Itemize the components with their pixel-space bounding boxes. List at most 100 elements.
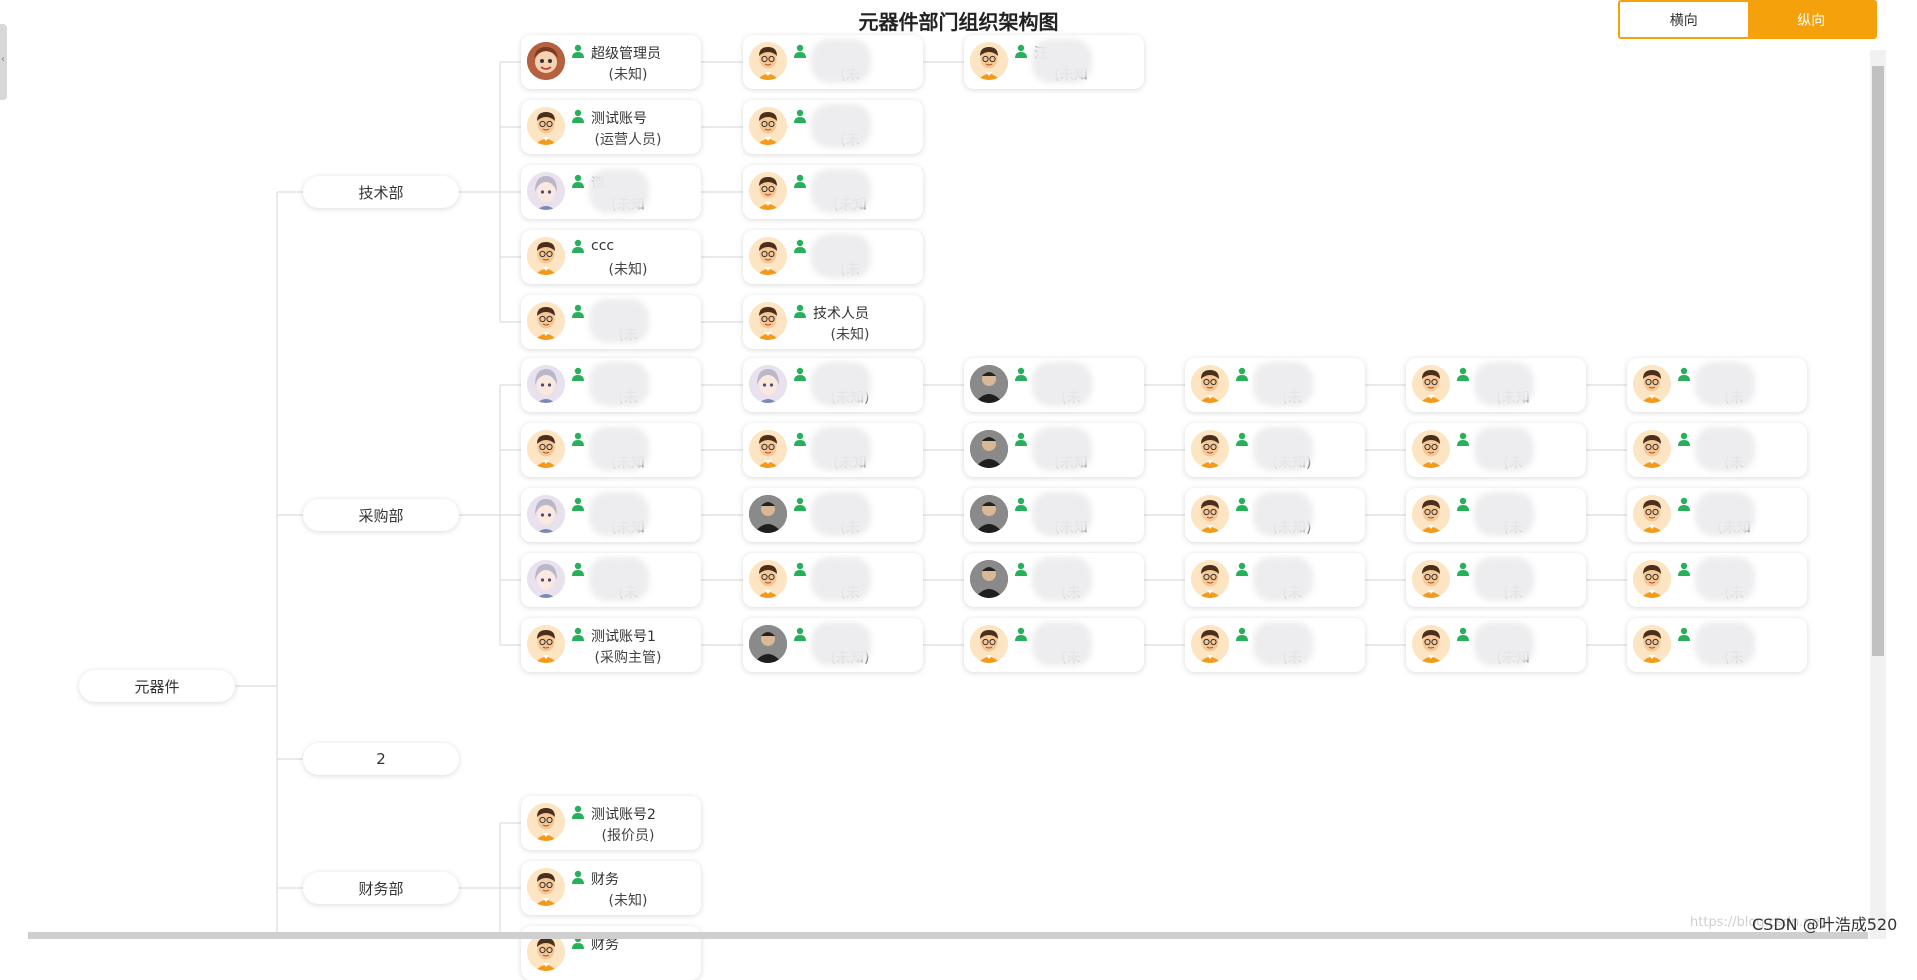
member-role: (未知) bbox=[608, 262, 648, 278]
member-card[interactable]: (未 bbox=[964, 358, 1144, 412]
member-card[interactable]: (未知 bbox=[1406, 618, 1586, 672]
vertical-scrollbar-thumb[interactable] bbox=[1872, 66, 1884, 656]
horizontal-scrollbar[interactable] bbox=[28, 932, 1868, 939]
member-card[interactable]: 测试账号1 (采购主管) bbox=[521, 618, 701, 672]
member-card[interactable]: 超级管理员 (未知) bbox=[521, 35, 701, 89]
department-node[interactable]: 采购部 bbox=[303, 499, 459, 531]
member-card[interactable]: (未 bbox=[1406, 553, 1586, 607]
member-card[interactable]: (未知) bbox=[1185, 423, 1365, 477]
privacy-mosaic bbox=[1253, 492, 1313, 536]
privacy-mosaic bbox=[1695, 622, 1755, 666]
privacy-mosaic bbox=[589, 299, 649, 343]
member-card[interactable]: (未 bbox=[964, 553, 1144, 607]
person-icon bbox=[793, 173, 807, 188]
person-icon bbox=[793, 626, 807, 641]
member-card[interactable]: (未 bbox=[521, 553, 701, 607]
member-card[interactable]: (未知) bbox=[743, 358, 923, 412]
member-card[interactable]: (未知 bbox=[521, 488, 701, 542]
member-name: 测试账号 bbox=[591, 111, 647, 127]
member-card[interactable]: (未知 bbox=[743, 423, 923, 477]
member-card[interactable]: (未 bbox=[1627, 618, 1807, 672]
member-card[interactable]: 谭(未知 bbox=[521, 165, 701, 219]
avatar bbox=[1633, 430, 1671, 468]
department-node[interactable]: 财务部 bbox=[303, 872, 459, 904]
member-role: (未知) bbox=[608, 67, 648, 83]
member-card[interactable]: (未 bbox=[1627, 423, 1807, 477]
member-card[interactable]: 财务 (未知) bbox=[521, 861, 701, 915]
privacy-mosaic bbox=[1474, 557, 1534, 601]
privacy-mosaic bbox=[1474, 492, 1534, 536]
member-card[interactable]: (未知 bbox=[743, 165, 923, 219]
avatar bbox=[749, 560, 787, 598]
member-card[interactable]: (未知 bbox=[1406, 358, 1586, 412]
member-card[interactable]: (未知 bbox=[521, 423, 701, 477]
person-icon bbox=[571, 561, 585, 576]
avatar bbox=[749, 430, 787, 468]
avatar bbox=[527, 495, 565, 533]
member-card[interactable]: (未 bbox=[743, 100, 923, 154]
privacy-mosaic bbox=[811, 234, 871, 278]
member-card[interactable]: (未 bbox=[1627, 358, 1807, 412]
member-card[interactable]: (未知 bbox=[964, 488, 1144, 542]
department-node[interactable]: 技术部 bbox=[303, 176, 459, 208]
vertical-scrollbar[interactable] bbox=[1870, 50, 1886, 939]
person-icon bbox=[793, 43, 807, 58]
avatar bbox=[1412, 625, 1450, 663]
member-card[interactable]: (未 bbox=[743, 35, 923, 89]
avatar bbox=[1412, 430, 1450, 468]
avatar bbox=[970, 365, 1008, 403]
privacy-mosaic bbox=[1032, 492, 1092, 536]
member-role: (运营人员) bbox=[594, 132, 662, 148]
member-name: 财务 bbox=[591, 872, 619, 888]
member-card[interactable]: (未 bbox=[743, 553, 923, 607]
member-card[interactable]: (未知 bbox=[1627, 488, 1807, 542]
member-card[interactable]: 汪(未知 bbox=[964, 35, 1144, 89]
member-card[interactable]: (未 bbox=[964, 618, 1144, 672]
member-name: 超级管理员 bbox=[591, 46, 661, 62]
department-node[interactable]: 2 bbox=[303, 743, 459, 775]
member-card[interactable]: (未 bbox=[1627, 553, 1807, 607]
member-card[interactable]: 测试账号 (运营人员) bbox=[521, 100, 701, 154]
member-card[interactable]: (未 bbox=[521, 358, 701, 412]
privacy-mosaic bbox=[1695, 427, 1755, 471]
avatar bbox=[1633, 625, 1671, 663]
person-icon bbox=[571, 173, 585, 188]
privacy-mosaic bbox=[811, 427, 871, 471]
member-card[interactable]: (未 bbox=[1406, 488, 1586, 542]
member-card[interactable]: (未知) bbox=[743, 618, 923, 672]
person-icon bbox=[571, 626, 585, 641]
member-card[interactable]: (未知) bbox=[1185, 488, 1365, 542]
person-icon bbox=[571, 303, 585, 318]
avatar bbox=[749, 495, 787, 533]
member-card[interactable]: (未 bbox=[743, 230, 923, 284]
privacy-mosaic bbox=[1032, 39, 1092, 83]
privacy-mosaic bbox=[1032, 622, 1092, 666]
avatar bbox=[527, 107, 565, 145]
member-card[interactable]: (未 bbox=[1185, 358, 1365, 412]
member-role: (报价员) bbox=[601, 828, 655, 844]
member-card[interactable]: (未 bbox=[521, 295, 701, 349]
avatar bbox=[970, 625, 1008, 663]
member-card[interactable]: (未 bbox=[1185, 618, 1365, 672]
member-card[interactable]: 测试账号2 (报价员) bbox=[521, 796, 701, 850]
privacy-mosaic bbox=[811, 104, 871, 148]
person-icon bbox=[1014, 561, 1028, 576]
member-card[interactable]: 技术人员 (未知) bbox=[743, 295, 923, 349]
avatar bbox=[527, 803, 565, 841]
person-icon bbox=[1456, 366, 1470, 381]
avatar bbox=[749, 302, 787, 340]
person-icon bbox=[571, 366, 585, 381]
member-card[interactable]: ccc (未知) bbox=[521, 230, 701, 284]
root-node[interactable]: 元器件 bbox=[79, 670, 235, 702]
person-icon bbox=[571, 804, 585, 819]
avatar bbox=[527, 237, 565, 275]
member-card[interactable]: (未 bbox=[743, 488, 923, 542]
member-card[interactable]: (未 bbox=[1406, 423, 1586, 477]
avatar bbox=[1191, 430, 1229, 468]
member-card[interactable]: (未知 bbox=[964, 423, 1144, 477]
privacy-mosaic bbox=[589, 362, 649, 406]
person-icon bbox=[793, 496, 807, 511]
member-card[interactable]: (未 bbox=[1185, 553, 1365, 607]
person-icon bbox=[571, 869, 585, 884]
person-icon bbox=[1677, 626, 1691, 641]
